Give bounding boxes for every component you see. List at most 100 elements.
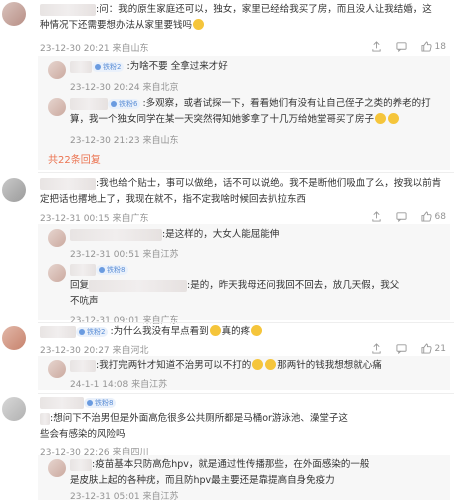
username-blurred[interactable] bbox=[89, 279, 188, 292]
fan-badge: 铁粉8 bbox=[84, 397, 117, 408]
reply-prefix: 回复 bbox=[70, 280, 90, 291]
comment-text: 种情况下还需要想办法从家里要钱吗 bbox=[40, 20, 193, 31]
fan-badge: 铁粉2 bbox=[76, 326, 109, 337]
reply-text: :多观察，或者试探一下，看看她们有没有让自己侄子之类的养老的打 bbox=[142, 98, 431, 109]
divider bbox=[38, 172, 454, 173]
comment-button[interactable] bbox=[396, 211, 407, 222]
emoji-icon bbox=[251, 325, 263, 336]
comment-time: 23-12-30 20:27 bbox=[40, 346, 110, 356]
comment-button[interactable] bbox=[396, 41, 407, 52]
reply-time: 23-12-31 00:51 bbox=[70, 250, 140, 260]
reply-location: 来自江苏 bbox=[131, 380, 168, 390]
thumbs-up-icon bbox=[421, 211, 432, 222]
avatar[interactable] bbox=[2, 397, 26, 421]
comment-text: :问：我的原生家庭还可以，独女，家里已经给我买了房，而且没人让我结婚，这 bbox=[96, 4, 432, 15]
more-replies-link[interactable]: 共22条回复 bbox=[48, 151, 101, 166]
reply-text: :疫苗基本只防高危hpv，就是通过性传播那些，在外面感染的一般 bbox=[92, 459, 370, 470]
reply-text: 那两针的钱我想想就心痛 bbox=[277, 360, 382, 371]
reply-time: 23-12-30 20:24 bbox=[70, 83, 140, 93]
comment-text: :想问下不治男但是外面高危很多公共厕所都是马桶or游泳池、澡堂子这 bbox=[50, 413, 348, 424]
comment-location: 来自河北 bbox=[112, 346, 149, 356]
comment-icon bbox=[396, 212, 407, 222]
reply-location: 来自江苏 bbox=[142, 492, 179, 502]
like-button[interactable]: 21 bbox=[421, 343, 446, 354]
reply-text: :我打完两针才知道不治男可以不打的 bbox=[96, 360, 252, 371]
comment-text: :为什么我没有早点看到 bbox=[110, 326, 209, 337]
share-button[interactable] bbox=[371, 41, 382, 52]
fan-badge: 铁粉6 bbox=[108, 98, 141, 109]
like-button[interactable]: 68 bbox=[421, 211, 446, 222]
emoji-icon bbox=[388, 113, 400, 124]
username-blurred[interactable] bbox=[40, 412, 50, 425]
like-count: 18 bbox=[434, 41, 446, 52]
reply-text: :是这样的，大女人能屈能伸 bbox=[162, 229, 280, 240]
comment-3: 铁粉2:为什么我没有早点看到 真的疼 bbox=[40, 324, 452, 340]
comment-text: 些会有感染的风险吗 bbox=[40, 429, 126, 440]
username-blurred[interactable] bbox=[70, 97, 108, 110]
reply-time: 24-1-1 14:08 bbox=[70, 380, 129, 390]
username-blurred[interactable] bbox=[70, 228, 162, 241]
emoji-icon bbox=[252, 359, 264, 370]
comment-2: :我也给个贴士，事可以做绝，话不可以说绝。我不是断他们吸血了么，按我以前肯 定把… bbox=[40, 176, 452, 208]
share-icon bbox=[371, 211, 381, 222]
comment-text: :我也给个贴士，事可以做绝，话不可以说绝。我不是断他们吸血了么，按我以前肯 bbox=[96, 178, 442, 189]
reply-text: 算，我一个独女同学在某一天突然得知她爹拿了十几万给她堂哥买了房子 bbox=[70, 114, 375, 125]
reply-text: 是皮肤上起的各种疣，而且防hpv最主要还是靠提高自身免疫力 bbox=[70, 475, 335, 486]
emoji-icon bbox=[375, 113, 387, 124]
divider bbox=[38, 393, 454, 394]
reply-text: :是的，昨天我母还问我回不回去，放几天假，我父 bbox=[187, 280, 400, 291]
avatar[interactable] bbox=[2, 326, 26, 350]
username-blurred[interactable] bbox=[70, 263, 96, 276]
comment-actions: 21 bbox=[371, 343, 446, 354]
reply-location: 来自山东 bbox=[142, 136, 179, 146]
comment-time: 23-12-31 00:15 bbox=[40, 214, 110, 224]
reply-time: 23-12-31 05:01 bbox=[70, 492, 140, 502]
like-count: 21 bbox=[434, 343, 446, 354]
avatar[interactable] bbox=[48, 98, 66, 116]
username-blurred[interactable] bbox=[40, 396, 84, 409]
reply-location: 来自江苏 bbox=[142, 250, 179, 260]
avatar[interactable] bbox=[48, 229, 66, 247]
avatar[interactable] bbox=[48, 459, 66, 477]
reply-time: 23-12-30 21:23 bbox=[70, 136, 140, 146]
share-icon bbox=[371, 41, 381, 52]
comment-4: 铁粉8 :想问下不治男但是外面高危很多公共厕所都是马桶or游泳池、澡堂子这 些会… bbox=[40, 395, 452, 443]
username-blurred[interactable] bbox=[70, 359, 96, 372]
comment-icon bbox=[396, 344, 407, 354]
share-button[interactable] bbox=[371, 343, 382, 354]
username-blurred[interactable] bbox=[70, 458, 92, 471]
avatar[interactable] bbox=[2, 178, 26, 202]
fan-badge: 铁粉2 bbox=[92, 61, 125, 72]
avatar[interactable] bbox=[48, 264, 66, 282]
reply-3: :是这样的，大女人能屈能伸 bbox=[70, 227, 440, 243]
thumbs-up-icon bbox=[421, 343, 432, 354]
username-blurred[interactable] bbox=[40, 3, 96, 16]
avatar[interactable] bbox=[48, 360, 66, 378]
share-icon bbox=[371, 343, 381, 354]
username-blurred[interactable] bbox=[40, 325, 76, 338]
comment-actions: 18 bbox=[371, 41, 446, 52]
comment-text: 真的疼 bbox=[221, 326, 251, 337]
comment-icon bbox=[396, 42, 407, 52]
reply-4: 铁粉8 回复:是的，昨天我母还问我回不回去，放几天假，我父 不吭声 bbox=[70, 262, 450, 310]
comment-location: 来自山东 bbox=[112, 44, 149, 54]
comment-button[interactable] bbox=[396, 343, 407, 354]
reply-1: 铁粉2:为啥不要 全拿过来才好 bbox=[70, 59, 440, 75]
emoji-icon bbox=[265, 359, 277, 370]
thumbs-up-icon bbox=[421, 41, 432, 52]
reply-6: :疫苗基本只防高危hpv，就是通过性传播那些，在外面感染的一般 是皮肤上起的各种… bbox=[70, 457, 450, 489]
comment-location: 来自广东 bbox=[112, 214, 149, 224]
comment-text: 定把话也撂地上了，我现在就不，指不定我啥时候回去扒拉东西 bbox=[40, 194, 307, 205]
comment-actions: 68 bbox=[371, 211, 446, 222]
like-button[interactable]: 18 bbox=[421, 41, 446, 52]
emoji-icon bbox=[193, 19, 205, 30]
divider bbox=[38, 322, 454, 323]
reply-2: 铁粉6:多观察，或者试探一下，看看她们有没有让自己侄子之类的养老的打 算，我一个… bbox=[70, 96, 450, 128]
avatar[interactable] bbox=[48, 61, 66, 79]
reply-text: :为啥不要 全拿过来才好 bbox=[126, 61, 228, 72]
username-blurred[interactable] bbox=[70, 60, 92, 73]
like-count: 68 bbox=[434, 211, 446, 222]
share-button[interactable] bbox=[371, 211, 382, 222]
avatar[interactable] bbox=[2, 2, 26, 26]
username-blurred[interactable] bbox=[40, 177, 96, 190]
